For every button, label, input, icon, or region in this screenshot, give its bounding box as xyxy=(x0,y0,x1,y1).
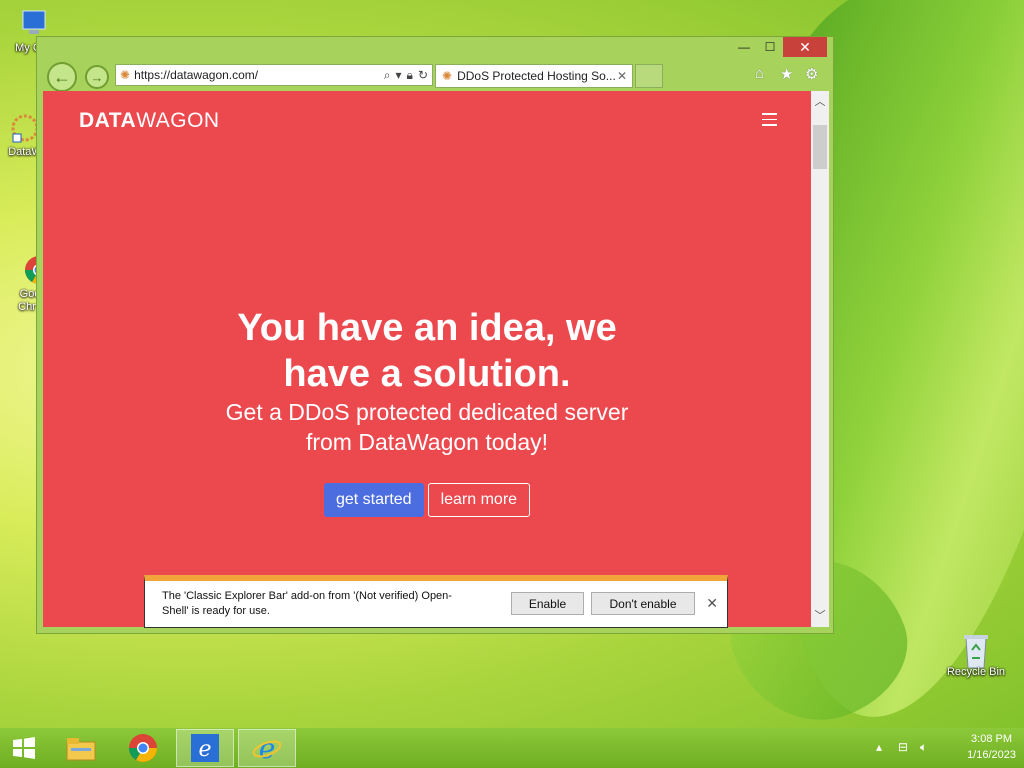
notification-message: The 'Classic Explorer Bar' add-on from '… xyxy=(162,590,452,617)
logo-light-text: WAGON xyxy=(136,109,220,132)
windows-logo-icon xyxy=(13,737,35,759)
internet-explorer-icon: e xyxy=(191,734,219,762)
taskbar-internet-explorer-pinned[interactable]: e xyxy=(176,729,234,767)
window-controls: — ☐ ✕ xyxy=(731,37,827,57)
forward-button[interactable]: → xyxy=(85,65,109,89)
learn-more-button[interactable]: learn more xyxy=(427,483,531,517)
internet-explorer-icon: e xyxy=(252,732,282,764)
gear-icon[interactable]: ⚙ xyxy=(805,65,818,83)
headline-line: have a solution. xyxy=(283,353,571,395)
minimize-button[interactable]: — xyxy=(731,37,757,57)
get-started-button[interactable]: get started xyxy=(323,483,424,517)
start-button[interactable] xyxy=(0,729,48,767)
forward-arrow-icon: → xyxy=(90,69,104,85)
web-page: DATAWAGON You have an idea, we have a so… xyxy=(43,91,811,627)
site-logo[interactable]: DATAWAGON xyxy=(79,109,220,133)
star-icon[interactable]: ★ xyxy=(780,65,793,83)
recycle-bin-icon xyxy=(960,632,992,669)
hero-headline: You have an idea, we have a solution. xyxy=(43,305,811,397)
desktop-icon-label: Recycle Bin xyxy=(946,666,1006,678)
taskbar-internet-explorer-running[interactable]: e xyxy=(238,729,296,767)
logo-bold-text: DATA xyxy=(79,109,137,132)
home-icon[interactable]: ⌂ xyxy=(755,65,764,82)
hero-buttons: get started learn more xyxy=(43,483,811,517)
close-button[interactable]: ✕ xyxy=(783,37,827,57)
tab-title: DDoS Protected Hosting So... xyxy=(457,69,616,83)
dont-enable-button[interactable]: Don't enable xyxy=(591,592,695,615)
maximize-button[interactable]: ☐ xyxy=(757,37,783,57)
taskbar: e e ▴ ⊟ 🔈︎ 3:08 PM 1/16/2023 xyxy=(0,728,1024,768)
tab-datawagon[interactable]: ✺ DDoS Protected Hosting So... ✕ xyxy=(435,64,633,88)
subheadline-line: Get a DDoS protected dedicated server xyxy=(225,399,629,425)
subheadline-line: from DataWagon today! xyxy=(305,429,549,455)
network-icon[interactable]: ⊟ xyxy=(898,740,908,754)
clock[interactable]: 3:08 PM 1/16/2023 xyxy=(967,731,1016,763)
back-button[interactable]: ← xyxy=(47,62,77,92)
folder-icon xyxy=(66,738,96,761)
svg-text:e: e xyxy=(259,732,276,764)
hero-subheadline: Get a DDoS protected dedicated server fr… xyxy=(43,397,811,457)
scroll-up-icon[interactable]: ︿ xyxy=(811,93,829,111)
desktop-icon-recycle-bin[interactable]: Recycle Bin xyxy=(943,632,1009,678)
search-icon[interactable]: ⌕ xyxy=(384,68,391,83)
clock-date: 1/16/2023 xyxy=(967,749,1016,761)
taskbar-file-explorer[interactable] xyxy=(52,729,110,767)
scroll-down-icon[interactable]: ﹀ xyxy=(811,607,829,625)
clock-time: 3:08 PM xyxy=(971,733,1013,745)
chrome-icon xyxy=(129,734,157,762)
refresh-icon[interactable]: ↻ xyxy=(418,68,428,83)
tab-close-icon[interactable]: ✕ xyxy=(617,69,632,83)
volume-icon[interactable]: 🔈︎ xyxy=(920,740,927,755)
headline-line: You have an idea, we xyxy=(237,307,617,349)
site-favicon-icon: ✺ xyxy=(120,68,131,82)
scrollbar-thumb[interactable] xyxy=(813,125,827,169)
addon-notification-bar: The 'Classic Explorer Bar' add-on from '… xyxy=(144,575,728,628)
svg-text:e: e xyxy=(198,737,211,762)
site-favicon-icon: ✺ xyxy=(442,69,453,83)
taskbar-chrome[interactable] xyxy=(114,729,172,767)
dropdown-arrow-icon[interactable]: ▾ xyxy=(396,68,402,83)
show-hidden-icons-icon[interactable]: ▴ xyxy=(876,740,882,754)
browser-window: — ☐ ✕ ← → ✺ https://datawagon.com/ ⌕ ▾ 🔒… xyxy=(36,36,834,634)
new-tab-button[interactable] xyxy=(635,64,663,88)
browser-toolbar: ← → ✺ https://datawagon.com/ ⌕ ▾ 🔒︎ ↻ ✺ … xyxy=(37,59,833,92)
close-icon[interactable]: ✕ xyxy=(706,595,718,612)
back-arrow-icon: ← xyxy=(53,66,71,87)
address-text: https://datawagon.com/ xyxy=(134,68,259,82)
address-bar[interactable]: ✺ https://datawagon.com/ ⌕ ▾ 🔒︎ ↻ xyxy=(115,64,433,86)
enable-button[interactable]: Enable xyxy=(511,592,584,615)
hamburger-menu-icon[interactable] xyxy=(762,113,777,130)
vertical-scrollbar[interactable]: ︿ ﹀ xyxy=(811,91,829,627)
lock-icon: 🔒︎ xyxy=(406,67,413,82)
